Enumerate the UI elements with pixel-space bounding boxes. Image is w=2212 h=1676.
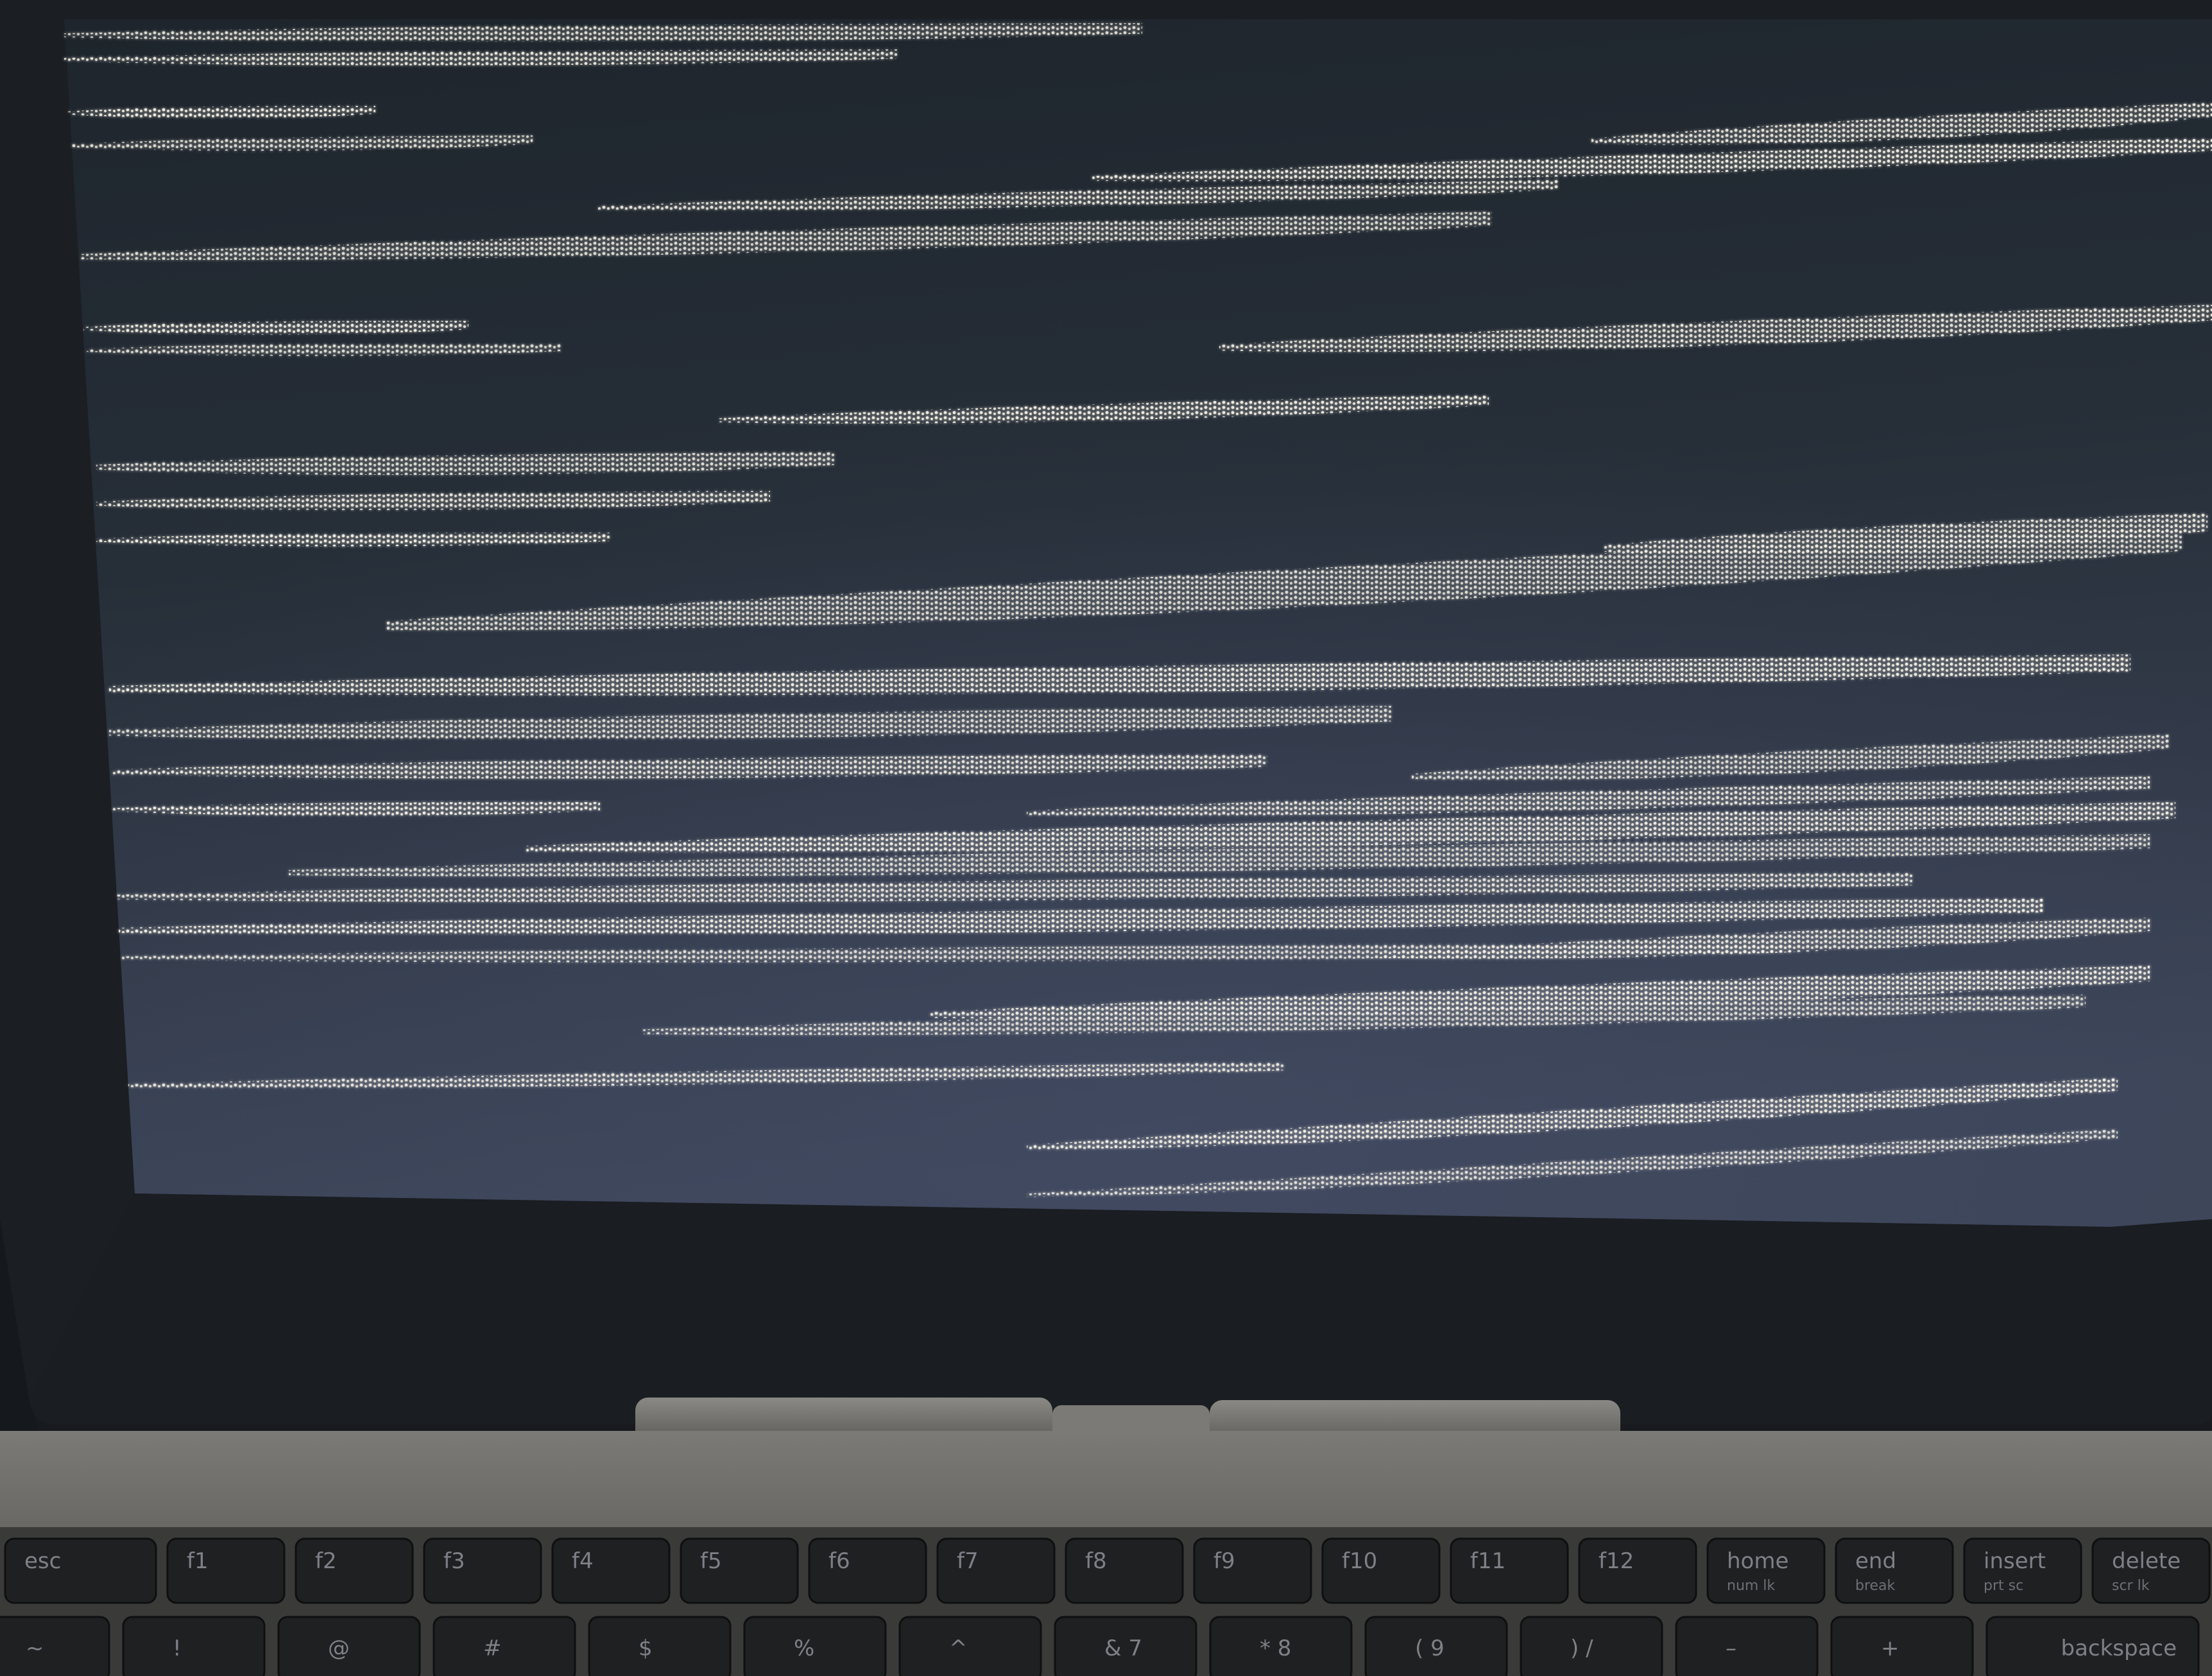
key-f7[interactable]: f7 bbox=[936, 1537, 1056, 1604]
key-f1[interactable]: f1 bbox=[166, 1537, 286, 1604]
function-key-row: esc f1 f2 f3 f4 f5 f6 f7 f8 f9 f10 f11 f12 home num lk… bbox=[4, 1537, 2211, 1604]
key-end[interactable]: end break bbox=[1835, 1537, 1954, 1604]
key-dollar[interactable]: $ bbox=[588, 1616, 732, 1676]
key-backspace[interactable]: backspace bbox=[1985, 1616, 2200, 1676]
key-at[interactable]: @ bbox=[277, 1616, 421, 1676]
key-tilde[interactable]: ~ bbox=[0, 1616, 110, 1676]
key-f10[interactable]: f10 bbox=[1321, 1537, 1441, 1604]
key-label: f5 bbox=[700, 1548, 722, 1574]
key-label: insert bbox=[1984, 1548, 2046, 1574]
key-label: ) / bbox=[1570, 1636, 1593, 1661]
key-f9[interactable]: f9 bbox=[1193, 1537, 1312, 1604]
key-f12[interactable]: f12 bbox=[1578, 1537, 1697, 1604]
key-f6[interactable]: f6 bbox=[808, 1537, 927, 1604]
key-sublabel: num lk bbox=[1727, 1578, 1775, 1594]
laptop-photo: esc f1 f2 f3 f4 f5 f6 f7 f8 f9 f10 f11 f12 home num lk… bbox=[0, 0, 2212, 1676]
key-label: ~ bbox=[26, 1636, 44, 1661]
key-label: – bbox=[1726, 1636, 1736, 1661]
key-label: f1 bbox=[187, 1548, 209, 1574]
number-key-row: ~! @ # $% ^ & 7 * 8 ( 9 ) / – + backspace bbox=[0, 1616, 2200, 1676]
key-label: f8 bbox=[1085, 1548, 1107, 1574]
key-f2[interactable]: f2 bbox=[295, 1537, 414, 1604]
key-label: f6 bbox=[828, 1548, 850, 1574]
key-delete[interactable]: delete scr lk bbox=[2091, 1537, 2211, 1604]
key-insert[interactable]: insert prt sc bbox=[1963, 1537, 2082, 1604]
key-f5[interactable]: f5 bbox=[680, 1537, 799, 1604]
key-f3[interactable]: f3 bbox=[423, 1537, 542, 1604]
key-label: ^ bbox=[949, 1636, 968, 1661]
lower-bezel bbox=[29, 1193, 2212, 1431]
key-sublabel: prt sc bbox=[1984, 1578, 2023, 1594]
key-f11[interactable]: f11 bbox=[1450, 1537, 1569, 1604]
key-label: f12 bbox=[1599, 1548, 1634, 1574]
key-label: ( 9 bbox=[1415, 1636, 1445, 1661]
key-label: backspace bbox=[2061, 1636, 2177, 1661]
key-plus[interactable]: + bbox=[1830, 1616, 1974, 1676]
key-percent[interactable]: % bbox=[743, 1616, 887, 1676]
key-lparen[interactable]: ( 9 bbox=[1364, 1616, 1508, 1676]
key-label: @ bbox=[328, 1636, 350, 1661]
key-rparen[interactable]: ) / bbox=[1520, 1616, 1663, 1676]
key-f8[interactable]: f8 bbox=[1065, 1537, 1184, 1604]
key-label: + bbox=[1881, 1636, 1899, 1661]
key-f4[interactable]: f4 bbox=[551, 1537, 671, 1604]
key-label: f7 bbox=[957, 1548, 979, 1574]
key-label: # bbox=[483, 1636, 502, 1661]
key-label: f3 bbox=[443, 1548, 465, 1574]
key-label: * 8 bbox=[1260, 1636, 1291, 1661]
key-sublabel: scr lk bbox=[2112, 1578, 2150, 1594]
key-label: $ bbox=[639, 1636, 653, 1661]
key-home[interactable]: home num lk bbox=[1706, 1537, 1826, 1604]
key-sublabel: break bbox=[1855, 1578, 1896, 1594]
key-hash[interactable]: # bbox=[433, 1616, 576, 1676]
key-label: % bbox=[794, 1636, 814, 1661]
key-label: end bbox=[1855, 1548, 1896, 1574]
key-asterisk[interactable]: * 8 bbox=[1209, 1616, 1353, 1676]
key-label: ! bbox=[173, 1636, 182, 1661]
key-label: home bbox=[1727, 1548, 1788, 1574]
key-label: f2 bbox=[315, 1548, 337, 1574]
key-label: f9 bbox=[1213, 1548, 1235, 1574]
key-label: esc bbox=[24, 1548, 61, 1574]
key-label: & 7 bbox=[1104, 1636, 1142, 1661]
key-label: f11 bbox=[1470, 1548, 1505, 1574]
key-label: delete bbox=[2112, 1548, 2181, 1574]
key-esc[interactable]: esc bbox=[4, 1537, 157, 1604]
key-ampersand[interactable]: & 7 bbox=[1054, 1616, 1197, 1676]
key-minus[interactable]: – bbox=[1675, 1616, 1819, 1676]
key-exclam[interactable]: ! bbox=[122, 1616, 266, 1676]
key-caret[interactable]: ^ bbox=[898, 1616, 1042, 1676]
key-label: f4 bbox=[572, 1548, 594, 1574]
key-label: f10 bbox=[1342, 1548, 1377, 1574]
